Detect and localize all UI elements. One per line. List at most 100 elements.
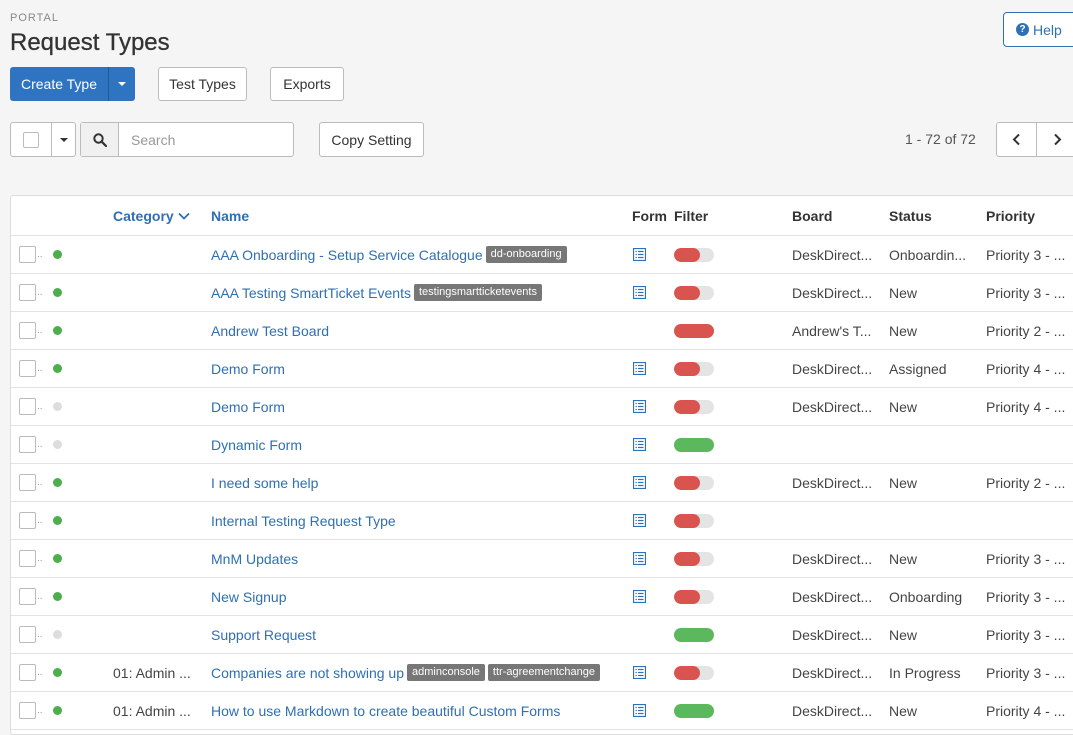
row-checkbox[interactable]	[19, 322, 36, 339]
row-checkbox[interactable]	[19, 284, 36, 301]
row-checkbox[interactable]	[19, 588, 36, 605]
table-row[interactable]: .. AAA Testing SmartTicket Events testings…	[11, 274, 1073, 312]
row-drag-handle[interactable]: ..	[37, 439, 43, 450]
row-select[interactable]: ..	[19, 388, 43, 425]
help-button[interactable]: ? Help	[1003, 12, 1073, 47]
request-type-link[interactable]: Andrew Test Board	[211, 323, 329, 339]
row-drag-handle[interactable]: ..	[37, 363, 43, 374]
form-indicator[interactable]	[633, 502, 646, 539]
copy-setting-button[interactable]: Copy Setting	[319, 122, 424, 157]
row-drag-handle[interactable]: ..	[37, 629, 43, 640]
row-checkbox[interactable]	[19, 626, 36, 643]
request-type-link[interactable]: AAA Onboarding - Setup Service Catalogue	[211, 247, 483, 263]
table-row[interactable]: .. Internal Testing Request Type	[11, 502, 1073, 540]
row-checkbox[interactable]	[19, 360, 36, 377]
request-type-link[interactable]: Internal Testing Request Type	[211, 513, 396, 529]
create-type-button[interactable]: Create Type	[10, 67, 109, 101]
table-row[interactable]: .. Demo Form DeskDirect... New Priority 4 - …	[11, 388, 1073, 426]
request-type-link[interactable]: How to use Markdown to create beautiful …	[211, 703, 560, 719]
filter-toggle[interactable]	[674, 551, 714, 566]
row-drag-handle[interactable]: ..	[37, 325, 43, 336]
row-checkbox[interactable]	[19, 436, 36, 453]
row-select[interactable]: ..	[19, 616, 43, 653]
table-row[interactable]: .. Support Request DeskDirect... New Priorit…	[11, 616, 1073, 654]
row-drag-handle[interactable]: ..	[37, 705, 43, 716]
form-indicator[interactable]	[633, 578, 646, 615]
row-drag-handle[interactable]: ..	[37, 249, 43, 260]
form-indicator[interactable]	[633, 236, 646, 273]
request-type-link[interactable]: Demo Form	[211, 399, 285, 415]
previous-page-button[interactable]	[997, 123, 1037, 156]
filter-toggle[interactable]	[674, 437, 714, 452]
row-select[interactable]: ..	[19, 312, 43, 349]
request-type-link[interactable]: Dynamic Form	[211, 437, 302, 453]
form-indicator[interactable]	[633, 464, 646, 501]
row-select[interactable]: ..	[19, 692, 43, 729]
form-indicator[interactable]	[633, 274, 646, 311]
select-all-cell[interactable]	[11, 123, 52, 156]
request-type-link[interactable]: Demo Form	[211, 361, 285, 377]
filter-toggle[interactable]	[674, 247, 714, 262]
filter-toggle[interactable]	[674, 399, 714, 414]
create-type-dropdown-toggle[interactable]	[109, 67, 135, 101]
row-select[interactable]: ..	[19, 654, 43, 691]
row-drag-handle[interactable]: ..	[37, 287, 43, 298]
row-checkbox[interactable]	[19, 664, 36, 681]
row-select[interactable]: ..	[19, 274, 43, 311]
test-types-button[interactable]: Test Types	[158, 67, 247, 101]
row-checkbox[interactable]	[19, 246, 36, 263]
table-row[interactable]: .. AAA Onboarding - Setup Service Catalog…	[11, 236, 1073, 274]
filter-toggle[interactable]	[674, 513, 714, 528]
search-input[interactable]	[119, 123, 324, 156]
request-type-link[interactable]: Companies are not showing up	[211, 665, 404, 681]
row-drag-handle[interactable]: ..	[37, 401, 43, 412]
form-indicator[interactable]	[633, 540, 646, 577]
row-checkbox[interactable]	[19, 702, 36, 719]
column-header-name[interactable]: Name	[211, 196, 249, 235]
request-type-link[interactable]: AAA Testing SmartTicket Events	[211, 285, 411, 301]
row-drag-handle[interactable]: ..	[37, 553, 43, 564]
table-row[interactable]: .. Andrew Test Board Andrew's T... New Prior…	[11, 312, 1073, 350]
row-drag-handle[interactable]: ..	[37, 667, 43, 678]
row-select[interactable]: ..	[19, 540, 43, 577]
search-button[interactable]	[81, 123, 119, 156]
table-row[interactable]: .. Demo Form DeskDirect... Assigned Priority…	[11, 350, 1073, 388]
row-select[interactable]: ..	[19, 464, 43, 501]
row-select[interactable]: ..	[19, 578, 43, 615]
request-type-link[interactable]: MnM Updates	[211, 551, 298, 567]
filter-toggle[interactable]	[674, 285, 714, 300]
form-indicator[interactable]	[633, 426, 646, 463]
table-row[interactable]: .. Dynamic Form	[11, 426, 1073, 464]
form-indicator[interactable]	[633, 654, 646, 691]
row-checkbox[interactable]	[19, 474, 36, 491]
bulk-select-dropdown-toggle[interactable]	[52, 123, 75, 156]
table-row[interactable]: .. I need some help DeskDirect... New Priori…	[11, 464, 1073, 502]
table-row[interactable]: .. 01: Admin ... How to use Markdown to cr…	[11, 692, 1073, 730]
filter-toggle[interactable]	[674, 589, 714, 604]
filter-toggle[interactable]	[674, 627, 714, 642]
row-drag-handle[interactable]: ..	[37, 477, 43, 488]
filter-toggle[interactable]	[674, 665, 714, 680]
table-row[interactable]: .. New Signup DeskDirect... Onboarding Prior…	[11, 578, 1073, 616]
row-select[interactable]: ..	[19, 350, 43, 387]
table-row[interactable]: .. 01: Admin ... Companies are not showing…	[11, 654, 1073, 692]
form-indicator[interactable]	[633, 350, 646, 387]
request-type-link[interactable]: New Signup	[211, 589, 287, 605]
row-checkbox[interactable]	[19, 512, 36, 529]
next-page-button[interactable]	[1037, 123, 1073, 156]
row-drag-handle[interactable]: ..	[37, 515, 43, 526]
request-type-link[interactable]: I need some help	[211, 475, 318, 491]
select-all-checkbox[interactable]	[23, 131, 39, 148]
sort-by-category[interactable]: Category	[113, 196, 190, 235]
row-select[interactable]: ..	[19, 236, 43, 273]
row-drag-handle[interactable]: ..	[37, 591, 43, 602]
exports-button[interactable]: Exports	[270, 67, 344, 101]
form-indicator[interactable]	[633, 388, 646, 425]
table-row[interactable]: .. MnM Updates DeskDirect... New Priority 3 …	[11, 540, 1073, 578]
filter-toggle[interactable]	[674, 475, 714, 490]
filter-toggle[interactable]	[674, 323, 714, 338]
filter-toggle[interactable]	[674, 703, 714, 718]
row-checkbox[interactable]	[19, 550, 36, 567]
filter-toggle[interactable]	[674, 361, 714, 376]
row-checkbox[interactable]	[19, 398, 36, 415]
